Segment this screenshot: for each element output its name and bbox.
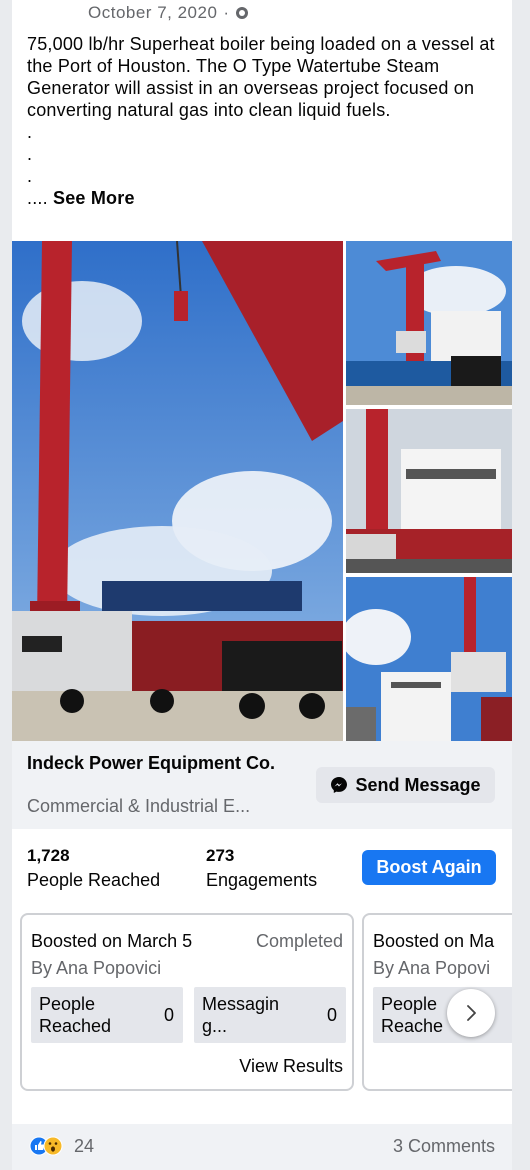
- comments-link[interactable]: 3 Comments: [393, 1136, 495, 1157]
- boost-title: Boosted on Ma: [373, 931, 495, 951]
- boost-again-button[interactable]: Boost Again: [362, 850, 496, 885]
- post-text: 75,000 lb/hr Superheat boiler being load…: [27, 33, 507, 209]
- page-name[interactable]: Indeck Power Equipment Co.: [27, 753, 277, 774]
- boiler-lift-photo: [346, 577, 512, 741]
- metric-messaging: Messagin g... 0: [194, 987, 346, 1043]
- crane-truck-photo: [12, 241, 343, 741]
- send-message-label: Send Message: [355, 774, 481, 795]
- reaction-icons[interactable]: [29, 1136, 67, 1156]
- boost-history-carousel: Boosted on March 5 Completed By Ana Popo…: [12, 904, 512, 1104]
- see-more-link[interactable]: See More: [53, 188, 135, 208]
- page-info-bar: Indeck Power Equipment Co. Commercial & …: [12, 741, 512, 829]
- ship-loading-photo: [346, 241, 512, 405]
- page-category: Commercial & Industrial E...: [27, 796, 251, 816]
- photo-thumb-1[interactable]: [346, 241, 512, 405]
- metric-value: 0: [326, 1005, 337, 1025]
- engagements-value: 273: [206, 846, 235, 865]
- post-body: 75,000 lb/hr Superheat boiler being load…: [27, 34, 495, 186]
- post-card: October 7, 2020 · 75,000 lb/hr Superheat…: [12, 0, 512, 1170]
- boost-author: By Ana Popovi: [373, 958, 491, 978]
- boost-card[interactable]: Boosted on March 5 Completed By Ana Popo…: [20, 913, 354, 1091]
- people-reached-value: 1,728: [27, 846, 70, 865]
- wow-icon: [43, 1136, 63, 1156]
- photo-thumb-3[interactable]: [346, 577, 512, 741]
- post-ellipsis: ....: [27, 188, 48, 208]
- boost-author: By Ana Popovici: [31, 958, 162, 978]
- boost-status: Completed: [255, 931, 343, 951]
- post-date[interactable]: October 7, 2020: [88, 3, 217, 23]
- chevron-right-icon: [467, 1005, 476, 1021]
- photo-thumb-2[interactable]: [346, 409, 512, 573]
- send-message-button[interactable]: Send Message: [316, 767, 495, 803]
- photo-grid: [12, 241, 512, 741]
- view-results-link[interactable]: View Results: [239, 1056, 343, 1077]
- reaction-count[interactable]: 24: [74, 1136, 94, 1157]
- metric-label: People Reache: [381, 994, 444, 1036]
- metric-label: People Reached: [39, 994, 112, 1036]
- reactions-bar: 24 3 Comments: [12, 1124, 512, 1170]
- photo-main[interactable]: [12, 241, 343, 741]
- post-meta: October 7, 2020 ·: [88, 3, 248, 23]
- metric-label: Messagin g...: [202, 994, 280, 1036]
- boost-title: Boosted on March 5: [31, 931, 193, 951]
- boost-stats: 1,728 People Reached 273 Engagements Boo…: [12, 829, 512, 904]
- messenger-icon: [331, 777, 348, 793]
- carousel-next-button[interactable]: [447, 989, 495, 1037]
- people-reached-label: People Reached: [27, 870, 161, 890]
- vessel-deck-photo: [346, 409, 512, 573]
- metric-people-reached: People Reached 0: [31, 987, 183, 1043]
- engagements-label: Engagements: [206, 870, 318, 890]
- metric-value: 0: [163, 1005, 174, 1025]
- globe-icon: [235, 7, 248, 19]
